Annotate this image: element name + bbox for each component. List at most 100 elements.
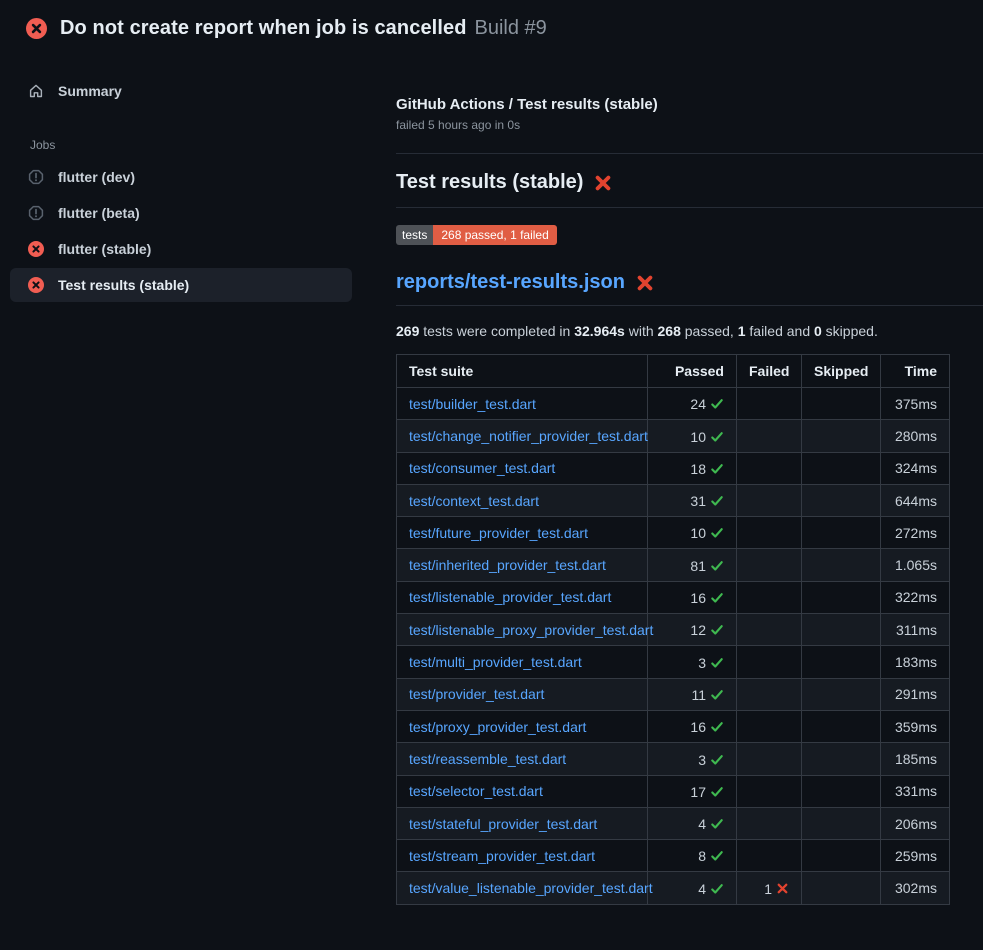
time-cell: 331ms <box>881 775 950 807</box>
sidebar-item-flutter-stable[interactable]: flutter (stable) <box>10 232 352 266</box>
passed-cell: 3 <box>648 743 737 775</box>
table-row: test/inherited_provider_test.dart 81 1.0… <box>397 549 950 581</box>
skipped-cell <box>802 710 881 742</box>
passed-cell: 10 <box>648 420 737 452</box>
sidebar-item-label: Summary <box>58 83 122 99</box>
suite-cell: test/change_notifier_provider_test.dart <box>397 420 648 452</box>
table-row: test/listenable_provider_test.dart 16 32… <box>397 581 950 613</box>
suite-cell: test/builder_test.dart <box>397 388 648 420</box>
suite-cell: test/reassemble_test.dart <box>397 743 648 775</box>
skipped-cell <box>802 388 881 420</box>
check-icon <box>710 785 724 799</box>
test-suite-link[interactable]: test/provider_test.dart <box>409 686 544 702</box>
tests-badge: tests 268 passed, 1 failed <box>396 225 557 245</box>
skipped-cell <box>802 581 881 613</box>
failed-cell <box>737 775 802 807</box>
passed-cell: 3 <box>648 646 737 678</box>
suite-cell: test/proxy_provider_test.dart <box>397 710 648 742</box>
test-suite-link[interactable]: test/change_notifier_provider_test.dart <box>409 428 648 444</box>
col-failed: Failed <box>737 355 802 388</box>
test-suite-link[interactable]: test/proxy_provider_test.dart <box>409 719 586 735</box>
passed-cell: 4 <box>648 807 737 839</box>
duration: 32.964s <box>574 323 625 339</box>
report-file-link[interactable]: reports/test-results.json <box>396 271 625 294</box>
sidebar-item-label: flutter (dev) <box>58 169 135 185</box>
passed-cell: 4 <box>648 872 737 904</box>
page-title: Do not create report when job is cancell… <box>60 17 547 40</box>
failed-cell <box>737 743 802 775</box>
sidebar-item-test-results-stable[interactable]: Test results (stable) <box>10 268 352 302</box>
time-cell: 183ms <box>881 646 950 678</box>
test-suite-link[interactable]: test/stream_provider_test.dart <box>409 848 595 864</box>
col-skipped: Skipped <box>802 355 881 388</box>
suite-cell: test/context_test.dart <box>397 484 648 516</box>
passed-cell: 31 <box>648 484 737 516</box>
passed-cell: 18 <box>648 452 737 484</box>
alert-octagon-icon <box>28 169 44 185</box>
failed-cell <box>737 710 802 742</box>
cross-mark-icon <box>636 274 654 292</box>
test-suite-link[interactable]: test/multi_provider_test.dart <box>409 654 582 670</box>
passed-cell: 81 <box>648 549 737 581</box>
check-icon <box>710 591 724 605</box>
suite-cell: test/future_provider_test.dart <box>397 517 648 549</box>
test-suite-link[interactable]: test/value_listenable_provider_test.dart <box>409 880 653 896</box>
time-cell: 359ms <box>881 710 950 742</box>
col-time: Time <box>881 355 950 388</box>
test-suite-link[interactable]: test/consumer_test.dart <box>409 460 555 476</box>
skipped-count: 0 <box>814 323 822 339</box>
skipped-cell <box>802 807 881 839</box>
check-icon <box>710 720 724 734</box>
skipped-cell <box>802 646 881 678</box>
test-suite-link[interactable]: test/inherited_provider_test.dart <box>409 557 606 573</box>
failed-cell <box>737 840 802 872</box>
table-row: test/change_notifier_provider_test.dart … <box>397 420 950 452</box>
table-row: test/builder_test.dart 24 375ms <box>397 388 950 420</box>
test-suite-link[interactable]: test/future_provider_test.dart <box>409 525 588 541</box>
test-suite-link[interactable]: test/selector_test.dart <box>409 783 543 799</box>
failed-cell <box>737 420 802 452</box>
summary-text: passed, <box>681 323 738 339</box>
home-icon <box>28 83 44 99</box>
sidebar-item-label: flutter (stable) <box>58 241 151 257</box>
cross-mark-icon <box>594 174 612 192</box>
time-cell: 206ms <box>881 807 950 839</box>
test-suite-link[interactable]: test/context_test.dart <box>409 493 539 509</box>
table-row: test/selector_test.dart 17 331ms <box>397 775 950 807</box>
table-row: test/context_test.dart 31 644ms <box>397 484 950 516</box>
passed-cell: 17 <box>648 775 737 807</box>
sidebar-item-flutter-beta[interactable]: flutter (beta) <box>10 196 352 230</box>
time-cell: 375ms <box>881 388 950 420</box>
suite-cell: test/multi_provider_test.dart <box>397 646 648 678</box>
test-suite-link[interactable]: test/stateful_provider_test.dart <box>409 816 597 832</box>
check-icon <box>710 397 724 411</box>
time-cell: 280ms <box>881 420 950 452</box>
skipped-cell <box>802 840 881 872</box>
badge-label: tests <box>396 225 433 245</box>
test-table-body: test/builder_test.dart 24 375ms test/cha… <box>397 388 950 905</box>
test-suite-link[interactable]: test/listenable_provider_test.dart <box>409 589 611 605</box>
skipped-cell <box>802 452 881 484</box>
test-suite-link[interactable]: test/listenable_proxy_provider_test.dart <box>409 622 653 638</box>
passed-count: 268 <box>658 323 681 339</box>
sidebar-item-flutter-dev[interactable]: flutter (dev) <box>10 160 352 194</box>
passed-cell: 12 <box>648 614 737 646</box>
passed-cell: 8 <box>648 840 737 872</box>
sidebar-item-summary[interactable]: Summary <box>10 74 352 108</box>
summary-text: tests were completed in <box>419 323 574 339</box>
failed-cell <box>737 388 802 420</box>
failed-cell <box>737 581 802 613</box>
jobs-section-label: Jobs <box>30 138 372 152</box>
summary-text: with <box>625 323 658 339</box>
table-header-row: Test suite Passed Failed Skipped Time <box>397 355 950 388</box>
test-suite-link[interactable]: test/builder_test.dart <box>409 396 536 412</box>
suite-cell: test/listenable_proxy_provider_test.dart <box>397 614 648 646</box>
failed-cell <box>737 452 802 484</box>
test-suite-link[interactable]: test/reassemble_test.dart <box>409 751 566 767</box>
table-row: test/proxy_provider_test.dart 16 359ms <box>397 710 950 742</box>
time-cell: 322ms <box>881 581 950 613</box>
skipped-cell <box>802 517 881 549</box>
total-count: 269 <box>396 323 419 339</box>
failed-cell <box>737 549 802 581</box>
sidebar-item-label: flutter (beta) <box>58 205 140 221</box>
